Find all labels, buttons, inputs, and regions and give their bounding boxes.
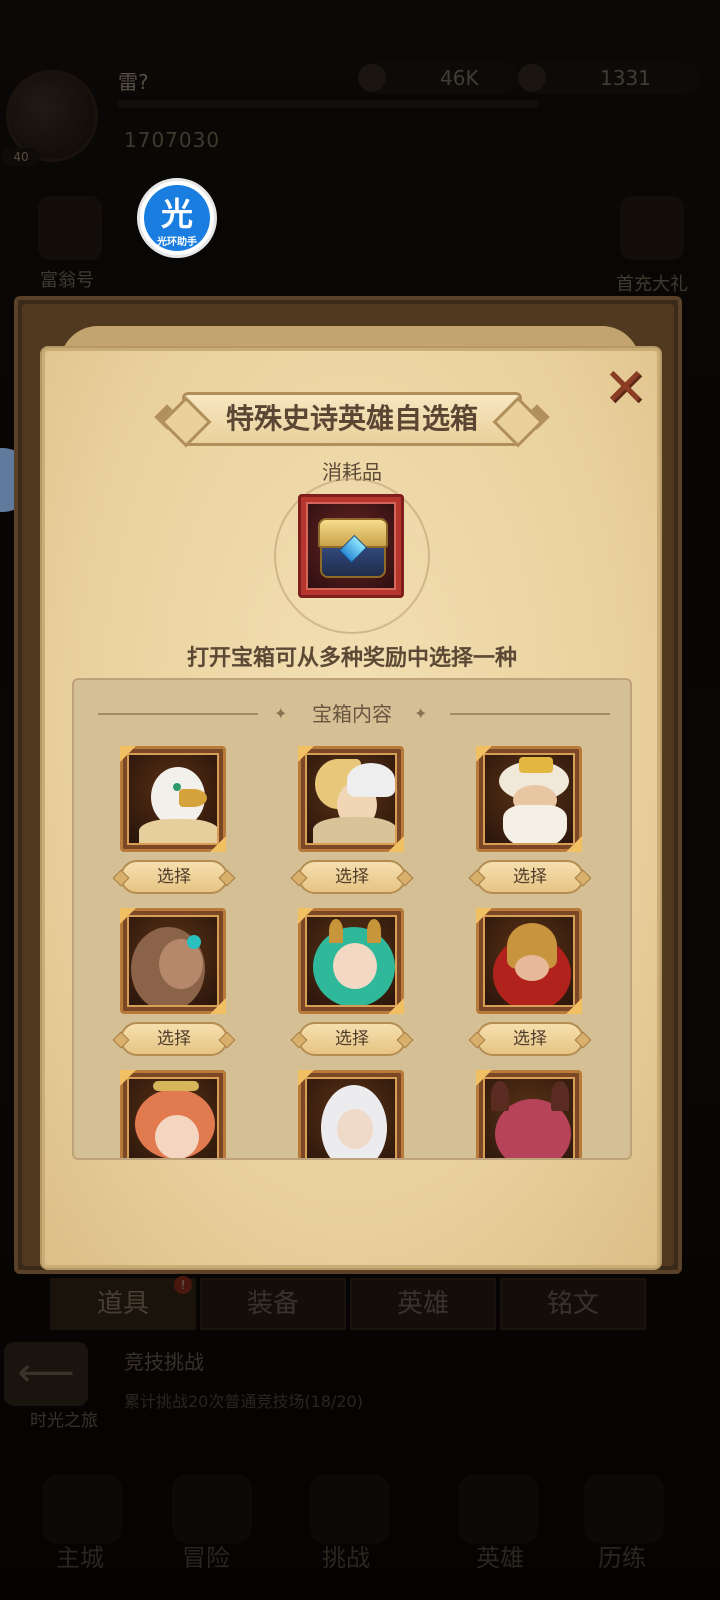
nav-adventure-icon[interactable] — [172, 1474, 252, 1544]
hero-card-2[interactable] — [298, 746, 404, 852]
hero-card-7[interactable] — [120, 1070, 226, 1158]
side-event-right-icon[interactable] — [620, 196, 684, 260]
back-label: 时光之旅 — [30, 1411, 98, 1431]
hero-card-1[interactable] — [120, 746, 226, 852]
white-beard-king-hero-icon — [483, 753, 575, 845]
player-power: 1707030 — [124, 128, 221, 152]
quest-title: 竞技挑战 — [124, 1350, 204, 1374]
side-event-left-label: 富翁号 — [40, 270, 94, 291]
select-button-2[interactable]: 选择 — [298, 860, 406, 894]
select-button-3[interactable]: 选择 — [476, 860, 584, 894]
side-event-left-icon[interactable] — [38, 196, 102, 260]
header-star-right-icon: ✦ — [414, 704, 428, 723]
quest-description: 累计挑战20次普通竞技场(18/20) — [124, 1392, 363, 1411]
diamond-value: 1331 — [600, 66, 651, 90]
assistant-float-button[interactable]: 光 光环助手 — [137, 178, 217, 258]
griffin-hero-icon — [127, 753, 219, 845]
player-level: 40 — [2, 148, 40, 166]
select-button-1[interactable]: 选择 — [120, 860, 228, 894]
hero-card-4[interactable] — [120, 908, 226, 1014]
nav-city[interactable]: 主城 — [56, 1538, 104, 1573]
nav-heroes-icon[interactable] — [458, 1474, 538, 1544]
side-event-right-label: 首充大礼 — [616, 274, 688, 295]
brown-hair-woman-hero-icon — [127, 915, 219, 1007]
horned-demon-hero-icon — [483, 1077, 575, 1158]
player-name: 雷? — [118, 70, 149, 94]
bottom-nav: 主城 冒险 挑战 英雄 历练 — [0, 1460, 720, 1600]
nav-challenge-icon[interactable] — [310, 1474, 390, 1544]
red-helmet-warrior-hero-icon — [483, 915, 575, 1007]
back-arrow-icon: ⟵ — [4, 1342, 88, 1406]
exp-bar — [118, 100, 538, 108]
treasure-chest-icon — [306, 502, 396, 590]
tab-heroes[interactable]: 英雄 — [350, 1278, 496, 1330]
hero-card-8[interactable] — [298, 1070, 404, 1158]
diamond-icon — [518, 64, 546, 92]
nav-challenge[interactable]: 挑战 — [322, 1538, 370, 1573]
inventory-tabs: 道具 装备 英雄 铭文 — [50, 1278, 650, 1330]
white-hair-elf-hero-icon — [305, 1077, 397, 1158]
close-button[interactable]: ✕ — [598, 362, 652, 418]
tab-equipment[interactable]: 装备 — [200, 1278, 346, 1330]
hero-card-3[interactable] — [476, 746, 582, 852]
winged-knight-hero-icon — [305, 753, 397, 845]
back-button[interactable]: ⟵ — [0, 1342, 110, 1412]
popup-title: 特殊史诗英雄自选箱 — [225, 402, 478, 435]
gold-value: 46K — [440, 66, 479, 90]
orange-hair-girl-hero-icon — [127, 1077, 219, 1158]
select-button-6[interactable]: 选择 — [476, 1022, 584, 1056]
hero-card-6[interactable] — [476, 908, 582, 1014]
hero-card-5[interactable] — [298, 908, 404, 1014]
header-line-right — [450, 713, 610, 715]
chest-contents-panel[interactable]: ✦ 宝箱内容 ✦ 选择 选择 选择 选择 选择 选择 — [72, 678, 632, 1160]
nav-training-icon[interactable] — [584, 1474, 664, 1544]
title-banner: 特殊史诗英雄自选箱 — [182, 392, 522, 446]
nav-heroes[interactable]: 英雄 — [476, 1538, 524, 1573]
nav-adventure[interactable]: 冒险 — [182, 1538, 230, 1573]
tab-inscriptions[interactable]: 铭文 — [500, 1278, 646, 1330]
item-description: 打开宝箱可从多种奖励中选择一种 — [186, 646, 517, 671]
item-icon-frame — [298, 494, 404, 598]
nav-city-icon[interactable] — [42, 1474, 122, 1544]
gold-coin-icon — [358, 64, 386, 92]
tab-items-badge: ! — [174, 1276, 192, 1294]
select-button-5[interactable]: 选择 — [298, 1022, 406, 1056]
assistant-caption: 光环助手 — [157, 237, 197, 248]
select-button-4[interactable]: 选择 — [120, 1022, 228, 1056]
assistant-glyph: 光 — [160, 195, 193, 233]
green-hair-dryad-hero-icon — [305, 915, 397, 1007]
nav-training[interactable]: 历练 — [598, 1538, 646, 1573]
hero-card-9[interactable] — [476, 1070, 582, 1158]
